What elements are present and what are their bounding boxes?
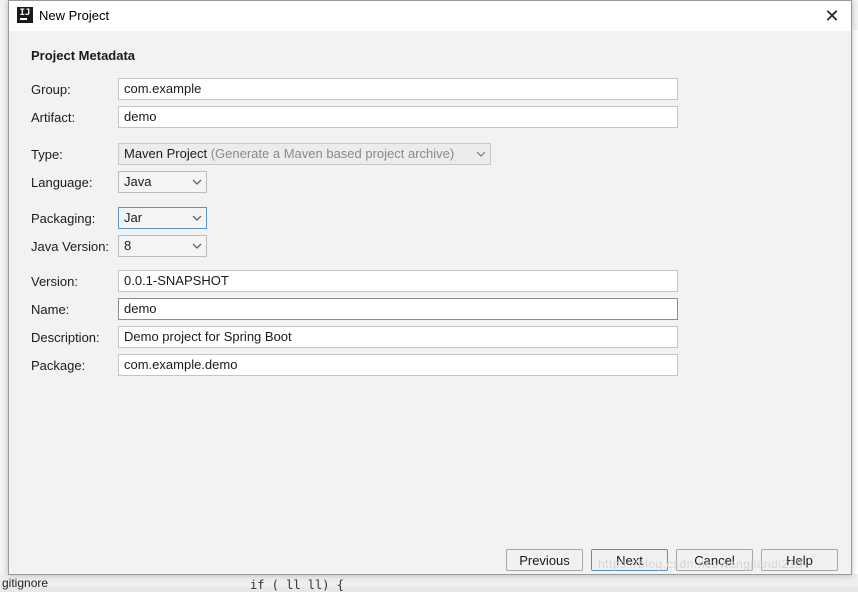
packaging-select[interactable]: Jar	[118, 207, 207, 229]
java-version-value: 8	[124, 238, 131, 253]
type-value: Maven Project	[124, 146, 207, 161]
packaging-value: Jar	[124, 210, 142, 225]
close-button[interactable]: ✕	[821, 5, 843, 27]
type-label: Type:	[31, 147, 63, 162]
ide-bottom-strip	[0, 574, 858, 587]
language-label: Language:	[31, 175, 92, 190]
package-label: Package:	[31, 358, 85, 373]
java-version-label: Java Version:	[31, 239, 109, 254]
chevron-down-icon	[476, 149, 486, 159]
group-label: Group:	[31, 82, 71, 97]
type-hint: (Generate a Maven based project archive)	[211, 146, 455, 161]
chevron-down-icon	[192, 177, 202, 187]
watermark-text: https://blog.csdn.net/wangjiandi213	[598, 557, 803, 571]
java-version-select[interactable]: 8	[118, 235, 207, 257]
ide-code-fragment: if ( ll ll) {	[250, 578, 344, 592]
artifact-label: Artifact:	[31, 110, 75, 125]
language-value: Java	[124, 174, 151, 189]
chevron-down-icon	[192, 213, 202, 223]
intellij-app-icon: IJ	[17, 7, 33, 23]
description-label: Description:	[31, 330, 100, 345]
section-title: Project Metadata	[31, 48, 135, 63]
ide-file-label: gitignore	[2, 576, 48, 590]
version-label: Version:	[31, 274, 78, 289]
new-project-dialog: IJ New Project ✕ Project Metadata Group:…	[8, 0, 852, 575]
close-icon: ✕	[824, 6, 839, 27]
dialog-titlebar: IJ New Project ✕	[9, 1, 851, 31]
name-input[interactable]: demo	[118, 298, 678, 320]
language-select[interactable]: Java	[118, 171, 207, 193]
group-input[interactable]: com.example	[118, 78, 678, 100]
version-input[interactable]: 0.0.1-SNAPSHOT	[118, 270, 678, 292]
dialog-title: New Project	[39, 8, 109, 23]
type-select[interactable]: Maven Project (Generate a Maven based pr…	[118, 143, 491, 165]
artifact-input[interactable]: demo	[118, 106, 678, 128]
chevron-down-icon	[192, 241, 202, 251]
previous-button[interactable]: Previous	[506, 549, 583, 571]
name-label: Name:	[31, 302, 69, 317]
description-input[interactable]: Demo project for Spring Boot	[118, 326, 678, 348]
package-input[interactable]: com.example.demo	[118, 354, 678, 376]
packaging-label: Packaging:	[31, 211, 95, 226]
